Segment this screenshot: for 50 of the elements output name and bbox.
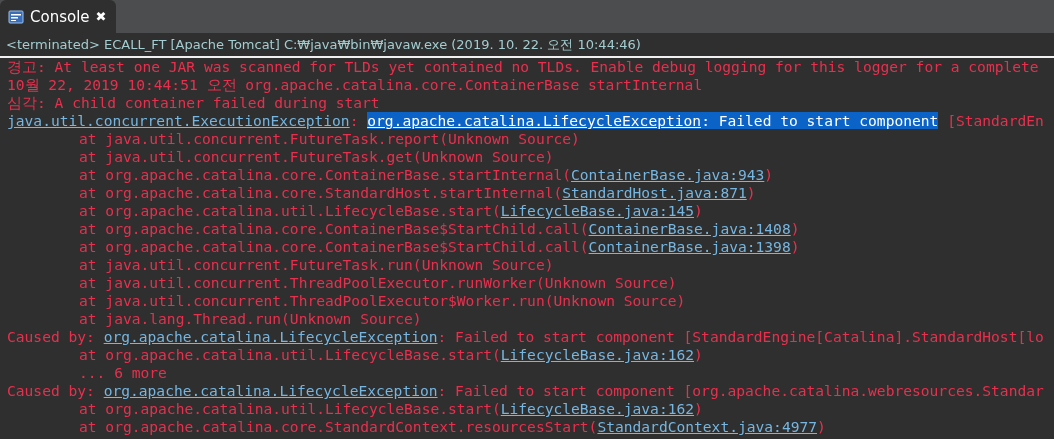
- log-text: :: [349, 112, 360, 129]
- log-text: ): [790, 238, 800, 255]
- log-text: at org.apache.catalina.core.ContainerBase$StartChild.call(: [79, 238, 589, 255]
- log-text: at java.util.concurrent.ThreadPoolExecutor$Worker.run(Unknown Source): [79, 292, 686, 309]
- log-text: at org.apache.catalina.core.StandardContext.resourcesStart(: [79, 418, 598, 435]
- log-text: ... 6 more: [79, 364, 167, 381]
- source-link[interactable]: ContainerBase.java:1398: [588, 238, 791, 255]
- log-text: Caused by:: [7, 382, 96, 399]
- log-text: [StandardEn: [946, 112, 1044, 129]
- log-text: ): [790, 220, 800, 237]
- log-text: 10월 22, 2019 10:44:51 오전 org.apache.catalina.core.ContainerBase startInternal: [7, 76, 703, 93]
- source-link[interactable]: LifecycleBase.java:162: [500, 400, 695, 417]
- console-icon: [8, 8, 24, 25]
- source-link[interactable]: StandardContext.java:4977: [597, 418, 818, 435]
- log-text: ): [746, 184, 756, 201]
- log-text: ): [694, 400, 703, 417]
- close-button[interactable]: ✖: [95, 9, 107, 24]
- source-link[interactable]: org.apache.catalina.LifecycleException: [103, 382, 438, 399]
- selected-text: : Failed to start component: [701, 112, 939, 129]
- log-text: ): [694, 202, 703, 219]
- log-text: at java.util.concurrent.FutureTask.run(Unknown Source): [79, 256, 554, 273]
- log-text: ): [764, 166, 774, 183]
- log-text: Caused by:: [7, 328, 96, 345]
- log-text: at org.apache.catalina.util.LifecycleBase.start(: [79, 202, 501, 219]
- source-link[interactable]: StandardHost.java:871: [562, 184, 747, 201]
- log-text: at org.apache.catalina.util.LifecycleBase.start(: [79, 346, 501, 363]
- log-text: : Failed to start component [StandardEngine[Catalina].StandardHost[lo: [437, 328, 1044, 345]
- source-link[interactable]: LifecycleBase.java:162: [500, 346, 695, 363]
- log-text: 심각: A child container failed during start: [7, 94, 380, 111]
- console-tab[interactable]: Console ✖: [0, 0, 117, 33]
- log-text: at org.apache.catalina.core.StandardHost.startInternal(: [79, 184, 563, 201]
- log-text: at java.util.concurrent.ThreadPoolExecutor.runWorker(Unknown Source): [79, 274, 677, 291]
- tab-label: Console: [30, 7, 90, 26]
- log-text: at java.util.concurrent.FutureTask.report(Unknown Source): [79, 130, 580, 147]
- log-text: : Failed to start component [org.apache.catalina.webresources.Standar: [437, 382, 1044, 399]
- source-link[interactable]: ContainerBase.java:1408: [588, 220, 791, 237]
- log-text: at org.apache.catalina.core.ContainerBase.startInternal(: [79, 166, 572, 183]
- log-text: ): [694, 346, 703, 363]
- log-text: at java.lang.Thread.run(Unknown Source): [79, 310, 422, 327]
- log-text: at org.apache.catalina.core.ContainerBase$StartChild.call(: [79, 220, 589, 237]
- log-text: 경고: At least one JAR was scanned for TLDs yet contained no TLDs. Enable debug logging for this logger for a complete: [7, 58, 1039, 75]
- source-link[interactable]: java.util.concurrent.ExecutionException: [7, 112, 350, 129]
- log-text: at java.util.concurrent.FutureTask.get(Unknown Source): [79, 148, 554, 165]
- source-link[interactable]: org.apache.catalina.LifecycleException: [103, 328, 438, 345]
- source-link[interactable]: LifecycleBase.java:145: [500, 202, 695, 219]
- process-status: <terminated> ECALL_FT [Apache Tomcat] C:₩java₩bin₩javaw.exe (2019. 10. 22. 오전 10:44:46): [0, 33, 1054, 58]
- source-link[interactable]: ContainerBase.java:943: [571, 166, 765, 183]
- log-text: ): [817, 418, 826, 435]
- source-link[interactable]: org.apache.catalina.LifecycleException: [367, 112, 702, 129]
- log-text: at org.apache.catalina.util.LifecycleBase.start(: [79, 400, 501, 417]
